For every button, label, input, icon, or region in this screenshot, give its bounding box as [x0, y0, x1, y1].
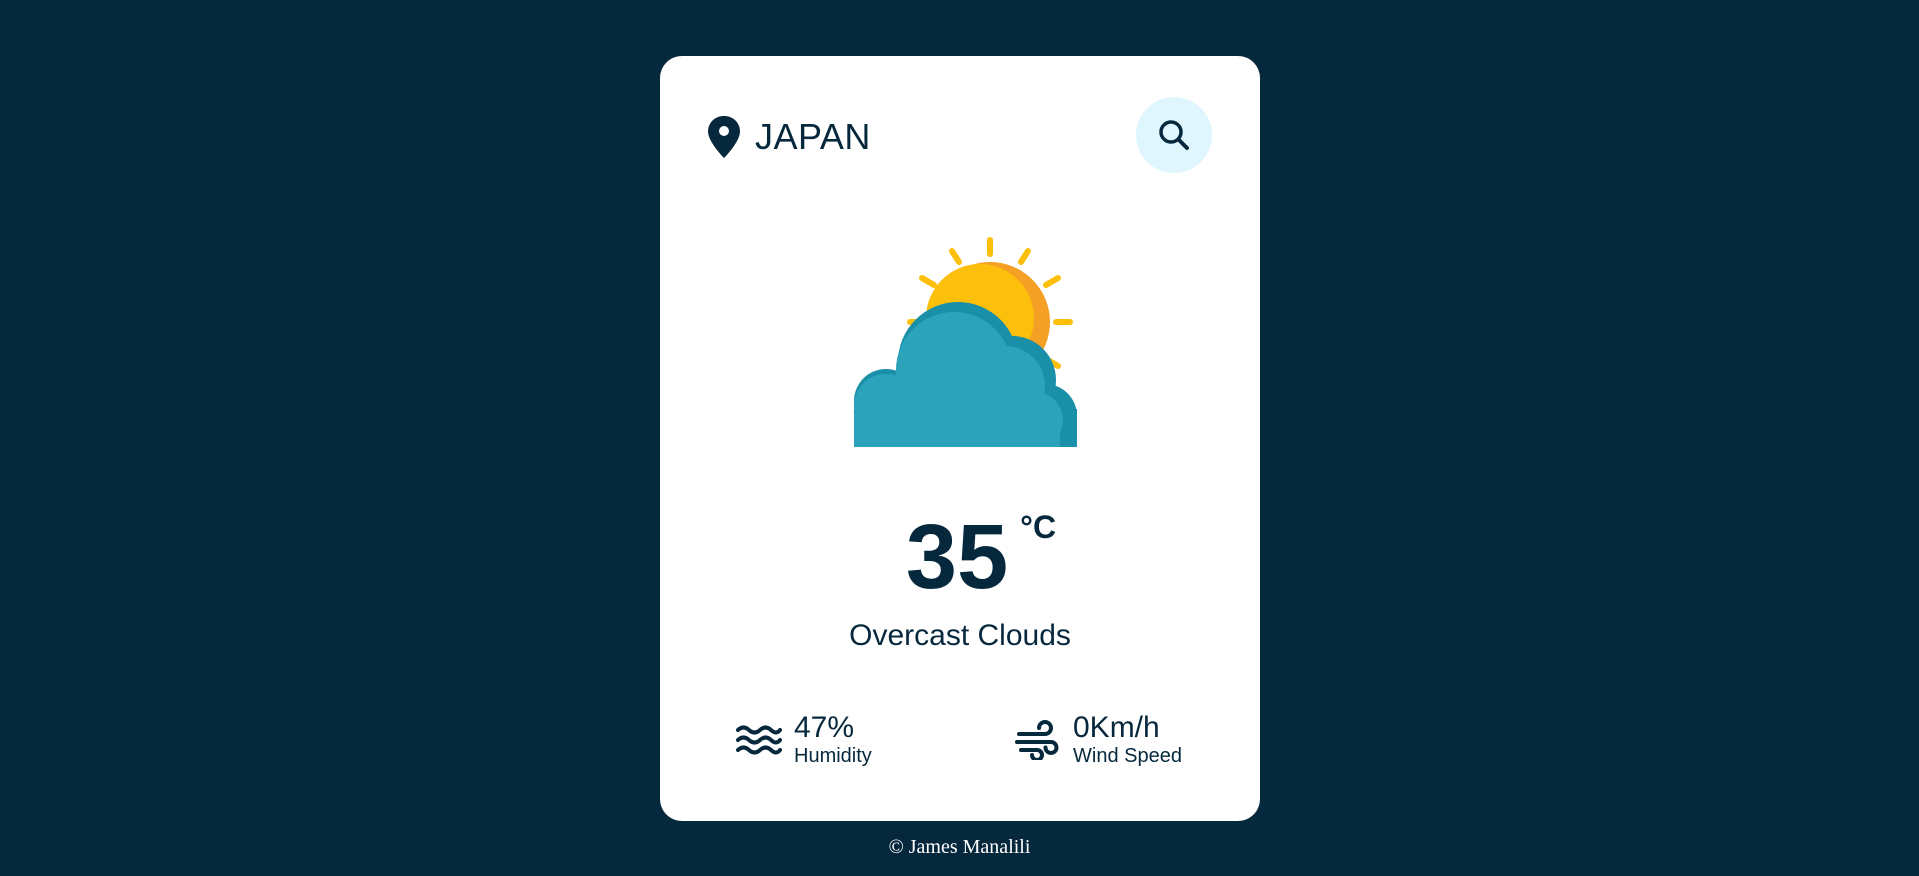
city-name: JAPAN [755, 116, 871, 157]
wind-icon [1015, 719, 1059, 760]
weather-card: JAPAN 35 °C Overcast Clouds 47% Humidity… [660, 56, 1260, 821]
temperature-display: 35 °C [660, 511, 1260, 603]
temperature-unit: °C [1020, 509, 1057, 545]
wind-speed-value: 0Km/h [1073, 711, 1160, 744]
wind-speed-label: Wind Speed [1073, 744, 1182, 767]
temperature-value: 35 [905, 506, 1009, 608]
search-button[interactable] [1136, 97, 1212, 173]
location-display: JAPAN [706, 112, 871, 162]
weather-description: Overcast Clouds [849, 619, 1071, 652]
humidity-value: 47% [794, 711, 855, 744]
footer-credit: © James Manalili [888, 836, 1031, 858]
sun-behind-cloud-icon [830, 237, 1090, 514]
humidity-stat: 47% Humidity [736, 712, 872, 768]
wind-stat: 0Km/h Wind Speed [1015, 712, 1182, 768]
search-icon [1159, 120, 1189, 150]
humidity-label: Humidity [794, 744, 872, 767]
humidity-waves-icon [736, 725, 782, 755]
location-pin-icon [708, 116, 740, 158]
